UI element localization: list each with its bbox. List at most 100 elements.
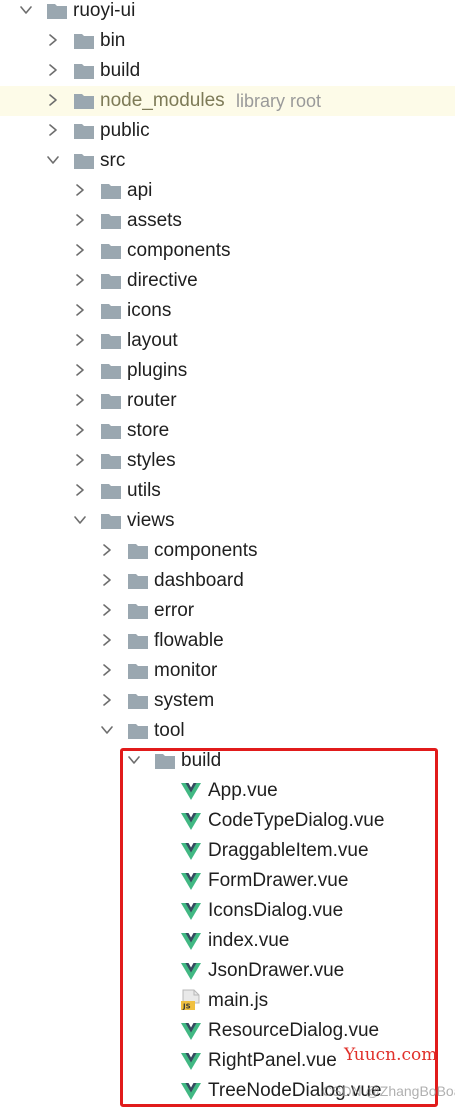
chevron-right-icon[interactable] bbox=[73, 213, 87, 227]
tree-row-build[interactable]: build bbox=[0, 56, 455, 86]
folder-icon bbox=[100, 421, 122, 441]
folder-icon bbox=[100, 481, 122, 501]
tree-row-router[interactable]: router bbox=[0, 386, 455, 416]
chevron-right-icon[interactable] bbox=[46, 93, 60, 107]
folder-icon bbox=[100, 391, 122, 411]
chevron-down-icon[interactable] bbox=[46, 153, 60, 167]
tree-item-label: directive bbox=[127, 270, 198, 291]
tree-row-views[interactable]: views bbox=[0, 506, 455, 536]
chevron-right-icon[interactable] bbox=[46, 123, 60, 137]
tree-row-styles[interactable]: styles bbox=[0, 446, 455, 476]
tree-item-label: styles bbox=[127, 450, 176, 471]
folder-icon bbox=[100, 331, 122, 351]
chevron-right-icon[interactable] bbox=[100, 573, 114, 587]
tree-row-components[interactable]: components bbox=[0, 236, 455, 266]
folder-icon bbox=[127, 661, 149, 681]
tree-item-label: components bbox=[154, 540, 258, 561]
tree-item-label: flowable bbox=[154, 630, 224, 651]
chevron-right-icon[interactable] bbox=[73, 273, 87, 287]
tree-row-tool[interactable]: tool bbox=[0, 716, 455, 746]
tree-item-label: router bbox=[127, 390, 177, 411]
chevron-right-icon[interactable] bbox=[73, 303, 87, 317]
tree-item-label: layout bbox=[127, 330, 178, 351]
chevron-right-icon[interactable] bbox=[46, 63, 60, 77]
tree-row-utils[interactable]: utils bbox=[0, 476, 455, 506]
tree-row-bin[interactable]: bin bbox=[0, 26, 455, 56]
folder-icon bbox=[73, 91, 95, 111]
tree-row-directive[interactable]: directive bbox=[0, 266, 455, 296]
tree-item-label: node_modules bbox=[100, 90, 225, 111]
tree-item-label: system bbox=[154, 690, 215, 711]
tree-row-public[interactable]: public bbox=[0, 116, 455, 146]
tree-row-assets[interactable]: assets bbox=[0, 206, 455, 236]
folder-icon bbox=[73, 151, 95, 171]
folder-icon bbox=[100, 511, 122, 531]
folder-icon bbox=[100, 301, 122, 321]
chevron-down-icon[interactable] bbox=[73, 513, 87, 527]
chevron-right-icon[interactable] bbox=[73, 363, 87, 377]
chevron-right-icon[interactable] bbox=[73, 243, 87, 257]
chevron-right-icon[interactable] bbox=[100, 603, 114, 617]
folder-icon bbox=[100, 361, 122, 381]
tree-item-label: api bbox=[127, 180, 153, 201]
chevron-right-icon[interactable] bbox=[100, 693, 114, 707]
chevron-right-icon[interactable] bbox=[73, 393, 87, 407]
chevron-right-icon[interactable] bbox=[73, 183, 87, 197]
folder-icon bbox=[127, 721, 149, 741]
folder-icon bbox=[127, 601, 149, 621]
tree-item-label: error bbox=[154, 600, 195, 621]
tree-row-plugins[interactable]: plugins bbox=[0, 356, 455, 386]
chevron-right-icon[interactable] bbox=[73, 453, 87, 467]
tree-row-layout[interactable]: layout bbox=[0, 326, 455, 356]
tree-row-dashboard[interactable]: dashboard bbox=[0, 566, 455, 596]
tree-row-api[interactable]: api bbox=[0, 176, 455, 206]
tree-row-src[interactable]: src bbox=[0, 146, 455, 176]
tree-row-node-modules[interactable]: node_modules library root bbox=[0, 86, 455, 116]
tree-item-label: store bbox=[127, 420, 170, 441]
chevron-down-icon[interactable] bbox=[19, 3, 33, 17]
tree-item-label: ruoyi-ui bbox=[73, 0, 136, 21]
folder-icon bbox=[127, 571, 149, 591]
tree-item-label: src bbox=[100, 150, 126, 171]
tree-item-label: tool bbox=[154, 720, 185, 741]
watermark-site: Yuucn.com bbox=[344, 1045, 438, 1065]
chevron-right-icon[interactable] bbox=[73, 423, 87, 437]
chevron-right-icon[interactable] bbox=[46, 33, 60, 47]
folder-icon bbox=[127, 631, 149, 651]
library-root-hint: library root bbox=[236, 91, 322, 111]
tree-row-error[interactable]: error bbox=[0, 596, 455, 626]
chevron-right-icon[interactable] bbox=[73, 483, 87, 497]
tree-row-root[interactable]: ruoyi-ui bbox=[0, 0, 455, 26]
folder-icon bbox=[73, 61, 95, 81]
chevron-down-icon[interactable] bbox=[100, 723, 114, 737]
chevron-right-icon[interactable] bbox=[100, 633, 114, 647]
tree-row-flowable[interactable]: flowable bbox=[0, 626, 455, 656]
watermark-author: CSDN @ZhangBoBoa bbox=[322, 1083, 455, 1099]
tree-item-label: public bbox=[100, 120, 150, 141]
tree-row-icons[interactable]: icons bbox=[0, 296, 455, 326]
tree-item-label: utils bbox=[127, 480, 161, 501]
tree-row-monitor[interactable]: monitor bbox=[0, 656, 455, 686]
folder-icon bbox=[127, 541, 149, 561]
chevron-right-icon[interactable] bbox=[73, 333, 87, 347]
chevron-right-icon[interactable] bbox=[100, 543, 114, 557]
tree-item-label: components bbox=[127, 240, 231, 261]
tree-row-system[interactable]: system bbox=[0, 686, 455, 716]
folder-icon bbox=[100, 451, 122, 471]
tree-item-label: build bbox=[100, 60, 141, 81]
tree-row-views-components[interactable]: components bbox=[0, 536, 455, 566]
folder-icon bbox=[100, 181, 122, 201]
chevron-right-icon[interactable] bbox=[100, 663, 114, 677]
folder-icon bbox=[100, 211, 122, 231]
tree-item-label: views bbox=[127, 510, 175, 531]
folder-icon bbox=[73, 31, 95, 51]
tree-item-label: dashboard bbox=[154, 570, 244, 591]
folder-icon bbox=[100, 271, 122, 291]
folder-icon bbox=[73, 121, 95, 141]
tree-item-label: icons bbox=[127, 300, 172, 321]
folder-icon bbox=[127, 691, 149, 711]
tree-row-store[interactable]: store bbox=[0, 416, 455, 446]
folder-icon bbox=[46, 1, 68, 21]
tree-item-label: plugins bbox=[127, 360, 188, 381]
folder-icon bbox=[100, 241, 122, 261]
